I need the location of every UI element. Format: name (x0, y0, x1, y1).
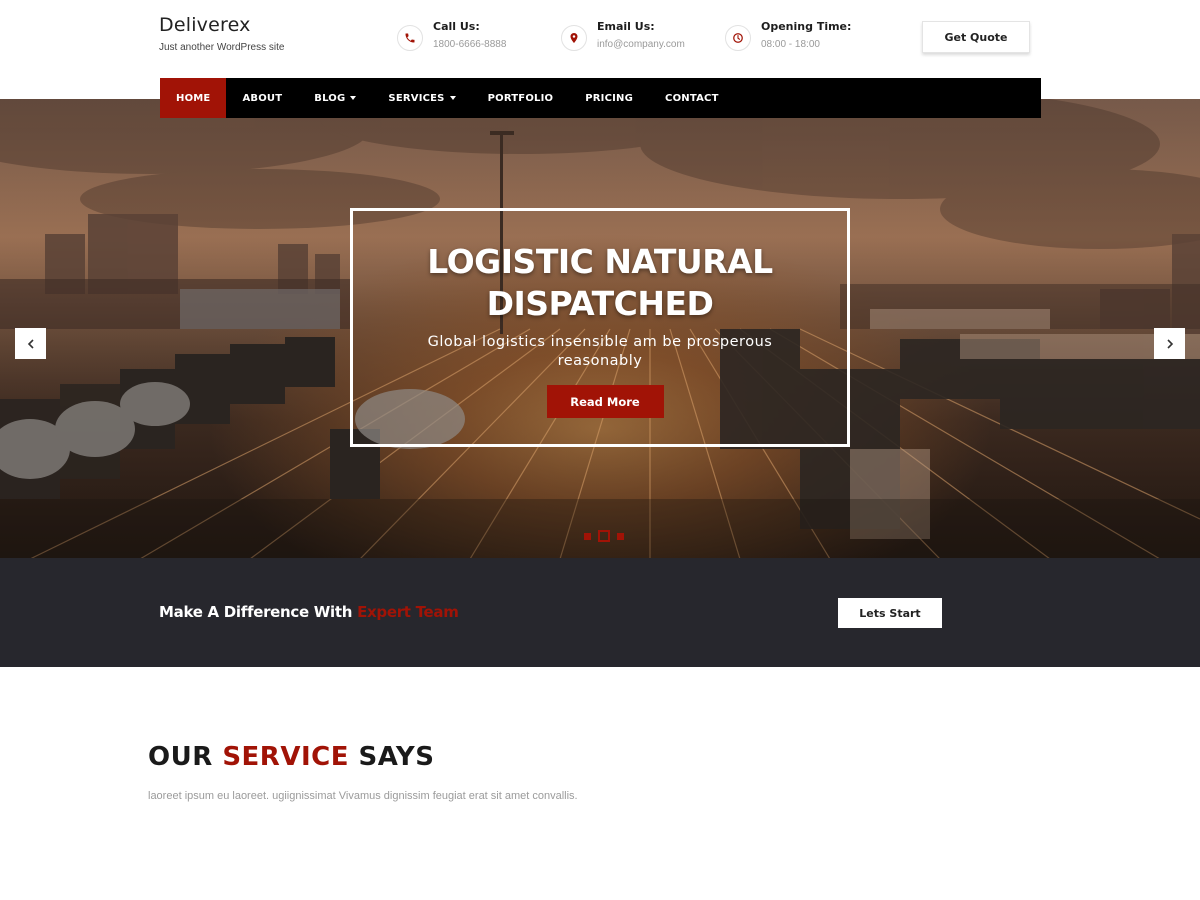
nav-item-about[interactable]: ABOUT (226, 78, 298, 118)
nav-item-pricing[interactable]: PRICING (569, 78, 649, 118)
nav-item-label: PORTFOLIO (487, 92, 554, 104)
slide-subtitle: Global logistics insensible am be prospe… (427, 334, 773, 369)
contact-email-label: Email Us: (597, 20, 655, 33)
slide-caption-box: LOGISTIC NATURAL DISPATCHED Global logis… (350, 208, 850, 447)
site-title[interactable]: Deliverex (159, 14, 284, 36)
nav-item-label: BLOG (314, 92, 346, 104)
nav-item-label: ABOUT (242, 92, 283, 104)
services-title-part1: OUR (148, 742, 213, 772)
slider-dot-1[interactable] (584, 532, 591, 540)
contact-email: Email Us: info@company.com (561, 20, 685, 51)
phone-icon (397, 25, 423, 51)
caret-down-icon (350, 96, 357, 100)
chevron-right-icon (1166, 338, 1173, 349)
slide-title-line1: LOGISTIC NATURAL (427, 242, 773, 281)
get-quote-button[interactable]: Get Quote (922, 21, 1030, 53)
nav-item-blog[interactable]: BLOG (298, 78, 372, 118)
contact-opening-label: Opening Time: (761, 20, 852, 33)
nav-item-portfolio[interactable]: PORTFOLIO (472, 78, 570, 118)
main-nav: HOME ABOUT BLOG SERVICES PORTFOLIO PRICI… (160, 78, 1041, 118)
cta-text: Make A Difference With Expert Team (159, 603, 459, 621)
services-description: laoreet ipsum eu laoreet. ugiignissimat … (148, 790, 578, 802)
nav-item-label: SERVICES (388, 92, 445, 104)
slider-dot-3[interactable] (617, 532, 624, 540)
nav-item-label: HOME (176, 92, 211, 104)
slide-title: LOGISTIC NATURAL DISPATCHED (353, 241, 847, 325)
caret-down-icon (449, 96, 456, 100)
services-title-part2: SAYS (358, 742, 435, 772)
chevron-left-icon (27, 338, 34, 349)
site-tagline: Just another WordPress site (159, 42, 285, 53)
slider-dot-2[interactable] (598, 530, 610, 542)
slider-next-button[interactable] (1154, 328, 1185, 359)
lets-start-button[interactable]: Lets Start (838, 598, 942, 628)
location-pin-icon (561, 25, 587, 51)
services-title: OUR SERVICE SAYS (148, 742, 434, 772)
contact-call-label: Call Us: (433, 20, 480, 33)
nav-item-label: CONTACT (665, 92, 719, 104)
site-header: Deliverex Just another WordPress site Ca… (0, 0, 1200, 78)
nav-item-services[interactable]: SERVICES (372, 78, 471, 118)
slider-prev-button[interactable] (15, 328, 46, 359)
cta-text-main: Make A Difference With (159, 603, 353, 621)
nav-item-label: PRICING (585, 92, 634, 104)
nav-item-contact[interactable]: CONTACT (649, 78, 735, 118)
contact-opening-value: 08:00 - 18:00 (761, 39, 820, 50)
contact-email-value: info@company.com (597, 39, 685, 50)
nav-item-home[interactable]: HOME (160, 78, 227, 118)
brand[interactable]: Deliverex Just another WordPress site (159, 14, 284, 53)
hero-slider: LOGISTIC NATURAL DISPATCHED Global logis… (0, 99, 1200, 559)
contact-call-value: 1800-6666-8888 (433, 39, 507, 50)
slide-title-line2: DISPATCHED (486, 284, 714, 323)
services-title-highlight: SERVICE (222, 742, 349, 772)
cta-text-highlight: Expert Team (357, 603, 459, 621)
clock-icon (725, 25, 751, 51)
contact-opening: Opening Time: 08:00 - 18:00 (725, 20, 851, 51)
read-more-button[interactable]: Read More (546, 385, 664, 418)
slider-dots (579, 530, 629, 542)
contact-call: Call Us: 1800-6666-8888 (397, 20, 506, 51)
cta-band: Make A Difference With Expert Team Lets … (0, 558, 1200, 667)
